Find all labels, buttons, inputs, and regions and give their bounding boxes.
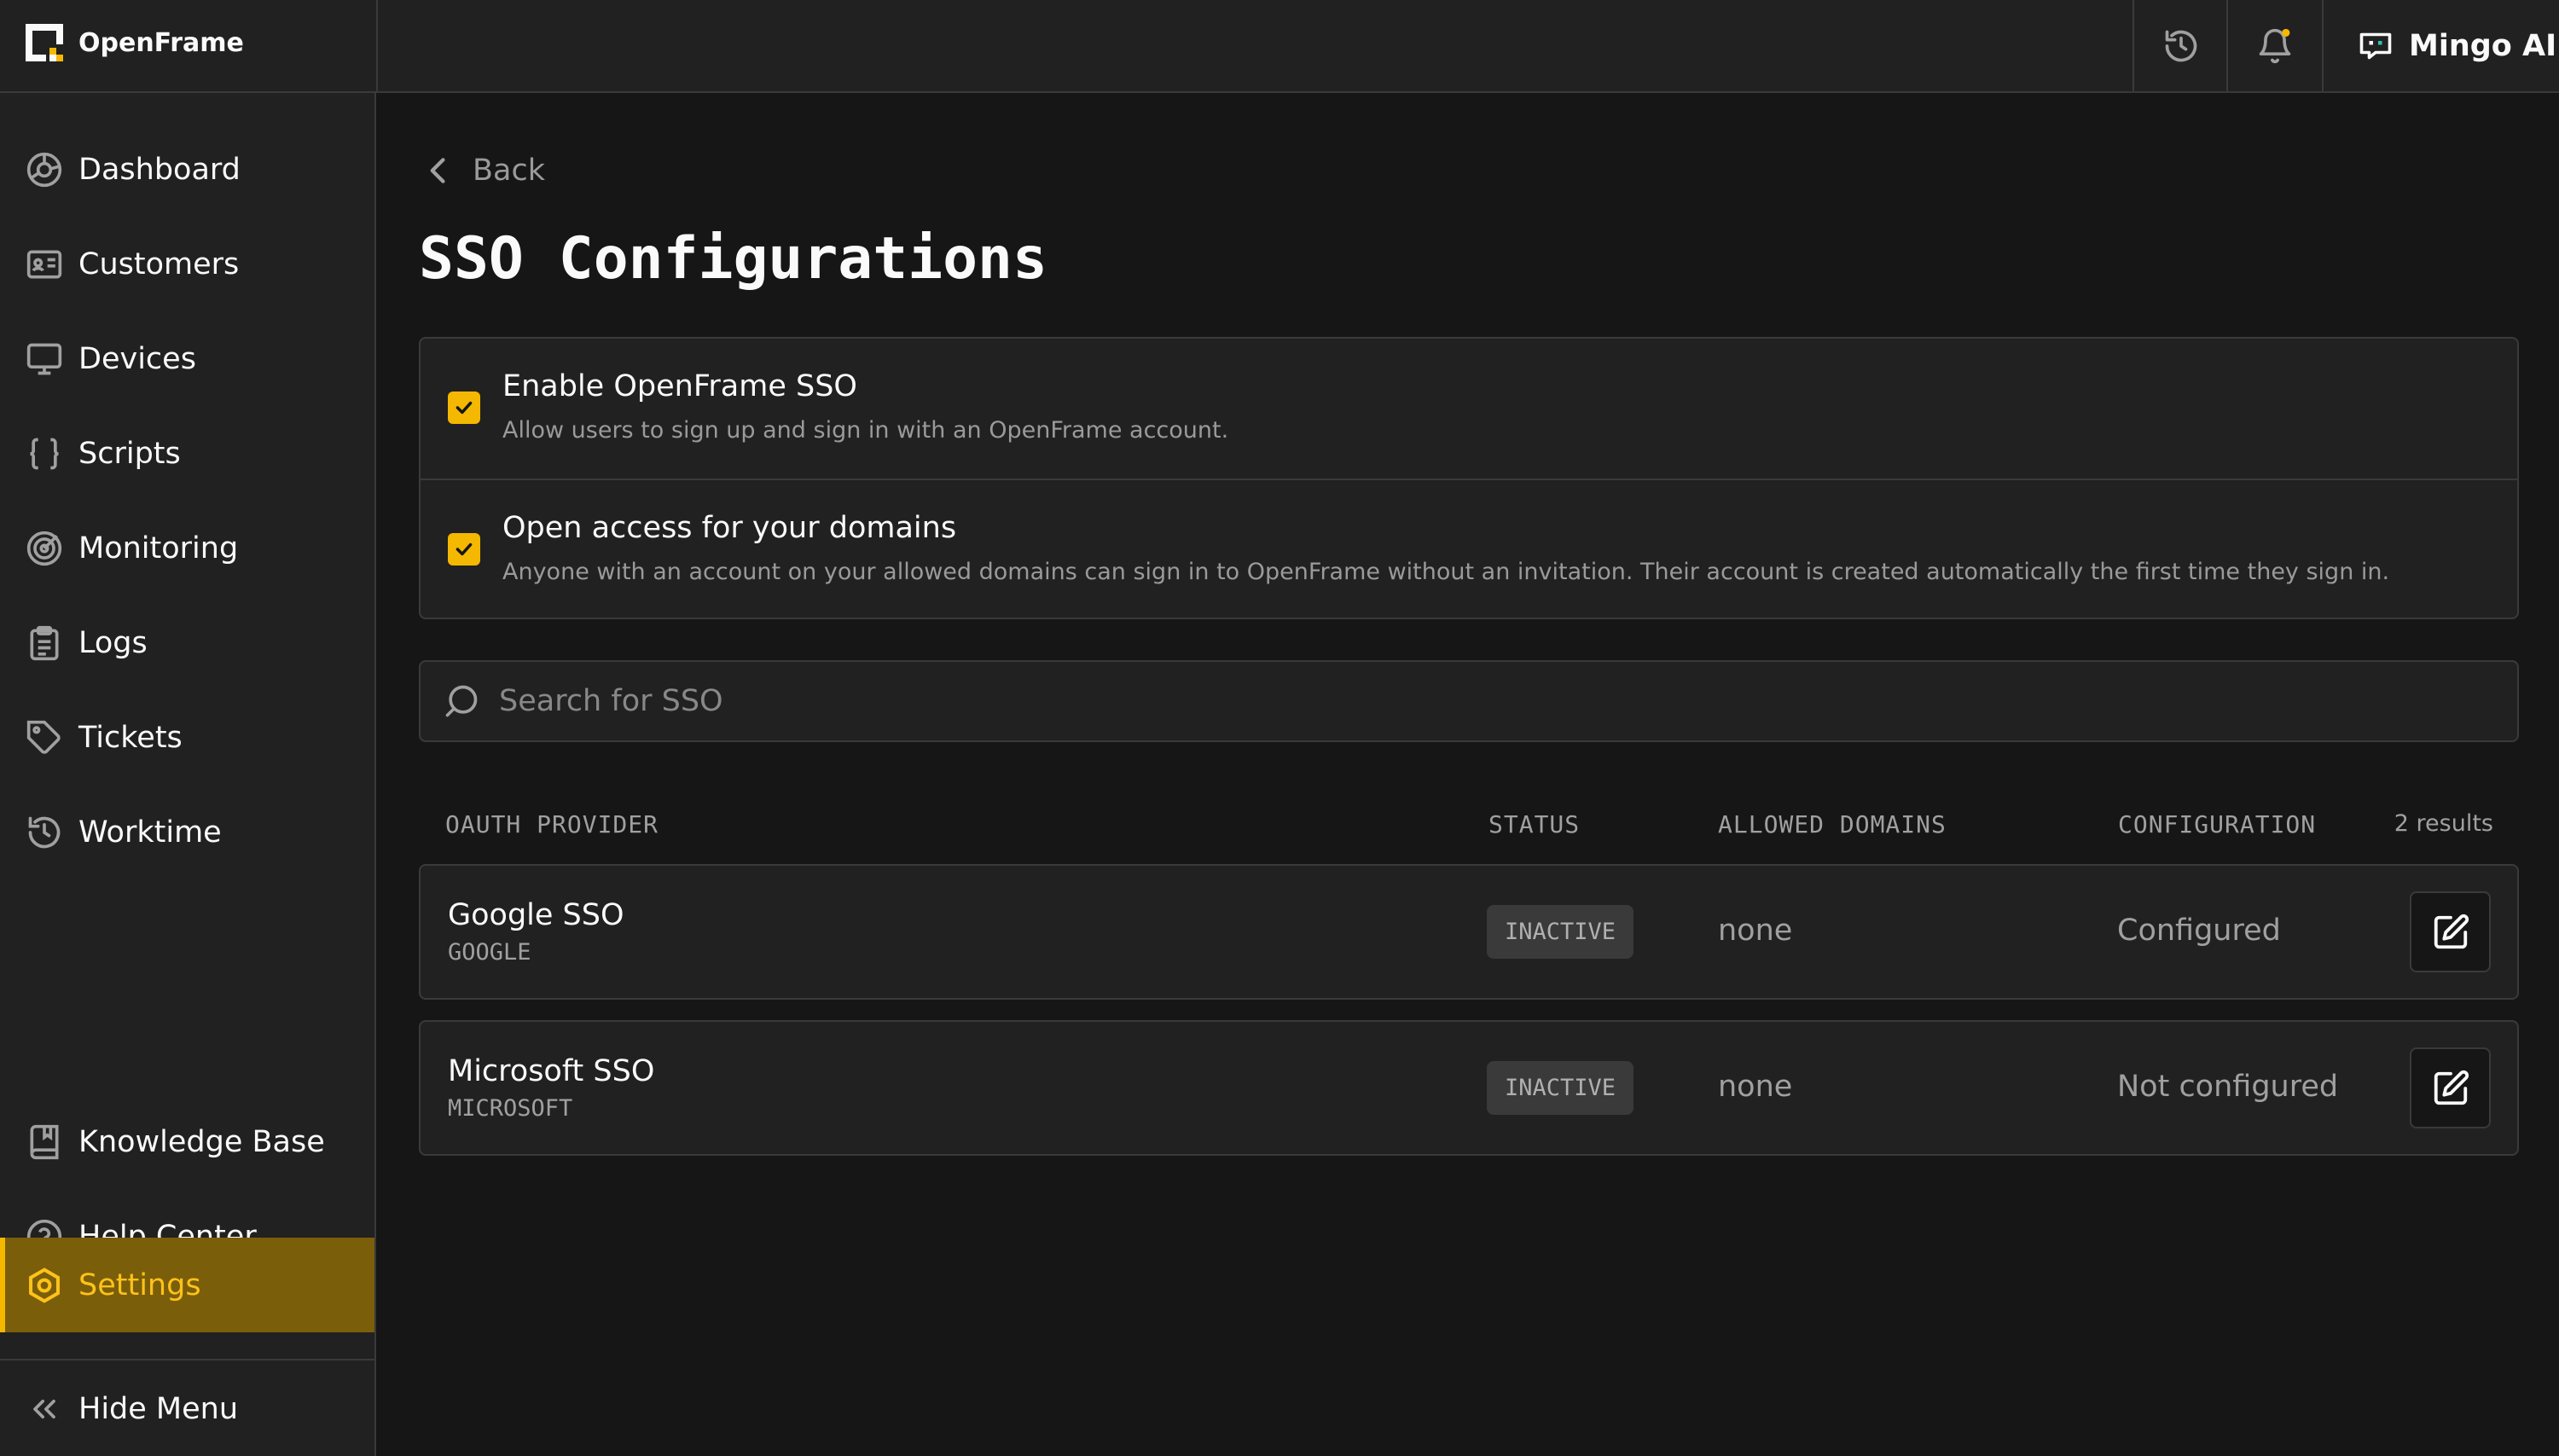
dashboard-icon [26,152,62,187]
topbar-divider [376,0,378,93]
tag-icon [26,720,61,754]
sidebar-item-label: Devices [78,341,196,376]
mingo-ai-label: Mingo AI [2409,28,2557,63]
allowed-domains: none [1718,914,1793,948]
page-title: SSO Configurations [419,225,1047,293]
sso-options-panel: Enable OpenFrame SSO Allow users to sign… [419,337,2519,619]
sidebar-item-monitoring[interactable]: Monitoring [0,501,374,595]
check-icon [456,542,473,556]
option-title: Open access for your domains [502,511,957,545]
sidebar-item-tickets[interactable]: Tickets [0,690,374,785]
results-count: 2 results [2394,810,2493,837]
edit-button[interactable] [2410,891,2491,972]
clipboard-icon [30,625,59,660]
sidebar-item-scripts[interactable]: Scripts [0,406,374,501]
app-logo[interactable]: OpenFrame [24,22,244,63]
sidebar-item-label: Dashboard [78,152,241,187]
sidebar-item-devices[interactable]: Devices [0,311,374,406]
header-oauth-provider: OAUTH PROVIDER [445,810,659,838]
history-icon [28,816,61,848]
bell-icon [2259,28,2291,63]
sidebar-item-worktime[interactable]: Worktime [0,785,374,879]
option-enable-openframe-sso: Enable OpenFrame SSO Allow users to sign… [421,339,2517,479]
hide-menu-label: Hide Menu [78,1391,239,1426]
table-row[interactable]: Microsoft SSO MICROSOFT INACTIVE none No… [419,1020,2519,1156]
sidebar-item-label: Worktime [78,815,222,850]
chat-bot-icon [2359,32,2392,59]
top-bar: OpenFrame Mingo AI [0,0,2559,93]
sidebar-divider [0,1359,374,1360]
status-badge: INACTIVE [1487,905,1633,959]
target-icon [26,531,62,566]
book-icon [30,1124,59,1159]
sidebar-item-dashboard[interactable]: Dashboard [0,122,374,217]
sidebar-item-label: Tickets [78,720,183,755]
status-badge: INACTIVE [1487,1061,1633,1115]
history-button[interactable] [2132,0,2228,91]
sidebar-item-label: Monitoring [78,531,239,566]
sidebar-item-label: Customers [78,247,240,281]
monitor-icon [26,343,62,374]
table-row[interactable]: Google SSO GOOGLE INACTIVE none Configur… [419,864,2519,1000]
search-icon [445,685,478,717]
sidebar-item-label: Scripts [78,436,181,471]
option-description: Anyone with an account on your allowed d… [502,559,2390,585]
configuration-status: Not configured [2117,1070,2339,1104]
notifications-button[interactable] [2226,0,2322,91]
openframe-logo-icon [26,24,63,61]
allowed-domains: none [1718,1070,1793,1104]
search-input[interactable] [499,684,2461,718]
sidebar-item-label: Logs [78,625,148,660]
option-open-access-domains: Open access for your domains Anyone with… [421,479,2517,618]
edit-icon [2434,1070,2469,1105]
edit-icon [2434,914,2469,948]
configuration-status: Configured [2117,914,2281,948]
chevrons-left-icon [33,1399,55,1418]
customers-icon [26,250,62,278]
sidebar-item-label: Knowledge Base [78,1124,325,1159]
provider-type: GOOGLE [448,939,531,966]
braces-icon [30,438,59,469]
sidebar-item-logs[interactable]: Logs [0,595,374,690]
chevron-left-icon [430,158,445,183]
open-access-checkbox[interactable] [448,533,480,566]
option-description: Allow users to sign up and sign in with … [502,417,1229,444]
sidebar: Dashboard Customers Devices Scripts Moni… [0,93,376,1456]
edit-button[interactable] [2410,1047,2491,1128]
back-link[interactable]: Back [426,154,545,188]
app-name: OpenFrame [78,27,244,58]
provider-name: Google SSO [448,898,624,932]
mingo-ai-button[interactable]: Mingo AI [2322,0,2559,91]
header-configuration: CONFIGURATION [2118,810,2317,838]
settings-icon [29,1267,60,1303]
provider-name: Microsoft SSO [448,1054,655,1088]
history-icon [2165,30,2197,61]
option-title: Enable OpenFrame SSO [502,369,857,403]
provider-type: MICROSOFT [448,1095,573,1122]
sidebar-item-label: Settings [78,1267,201,1302]
check-icon [456,401,473,415]
hide-menu-button[interactable]: Hide Menu [0,1361,374,1456]
header-allowed-domains: ALLOWED DOMAINS [1718,810,1947,838]
sidebar-item-knowledge-base[interactable]: Knowledge Base [0,1094,374,1189]
header-status: STATUS [1488,810,1581,838]
sidebar-item-settings[interactable]: Settings [0,1238,374,1332]
back-label: Back [473,154,545,188]
enable-sso-checkbox[interactable] [448,392,480,424]
sidebar-item-customers[interactable]: Customers [0,217,374,311]
search-bar [419,660,2519,742]
